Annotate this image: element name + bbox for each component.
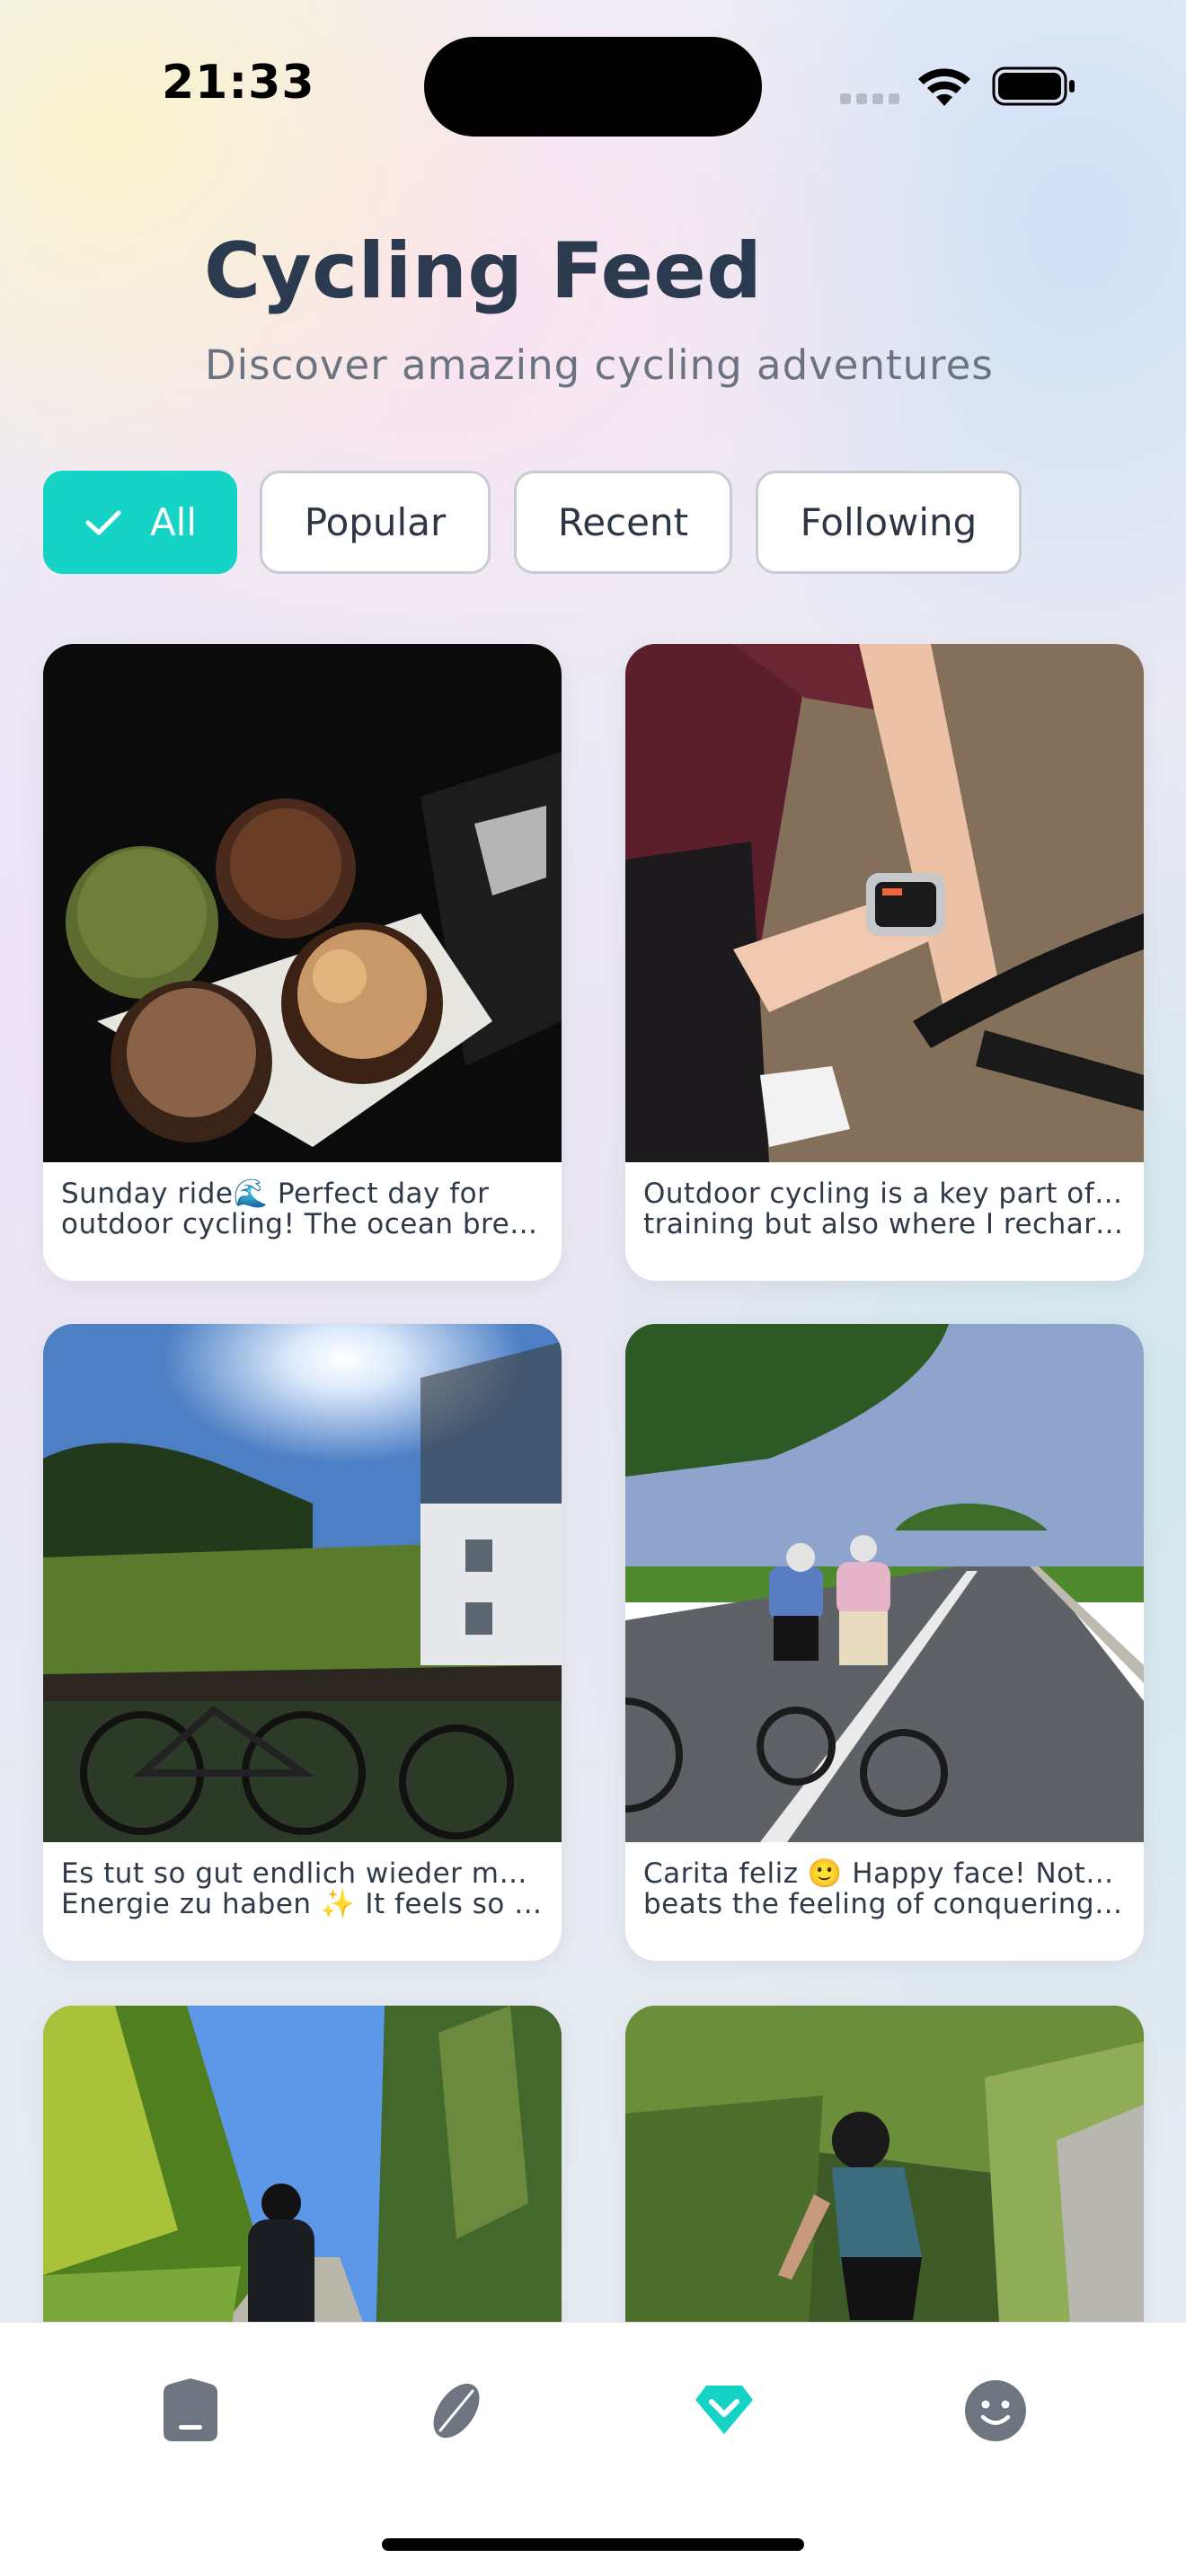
filter-chip-label: Popular	[304, 500, 447, 544]
page-subtitle: Discover amazing cycling adventures	[205, 341, 994, 389]
post-photo	[43, 1324, 562, 1842]
filter-chip-label: Recent	[557, 500, 689, 544]
page-title: Cycling Feed	[204, 226, 763, 316]
post-photo	[43, 2006, 562, 2347]
filter-chip-popular[interactable]: Popular	[260, 471, 491, 574]
caption-line: Es tut so gut endlich wieder mehr	[61, 1858, 544, 1889]
post-card[interactable]: Outdoor cycling is a key part of my trai…	[625, 644, 1144, 1281]
caption-line: training but also where I recharge…	[643, 1209, 1126, 1239]
caption-line: beats the feeling of conquering a …	[643, 1889, 1126, 1919]
home-indicator[interactable]	[382, 2538, 804, 2551]
post-card[interactable]: Es tut so gut endlich wieder mehr Energi…	[43, 1324, 562, 1961]
caption-line: outdoor cycling! The ocean breez…	[61, 1209, 544, 1239]
checkmark-icon	[85, 510, 121, 534]
home-icon[interactable]	[155, 2375, 226, 2447]
post-card[interactable]: Sunday ride🌊 Perfect day for outdoor cyc…	[43, 644, 562, 1281]
post-caption: Carita feliz 🙂 Happy face! Nothing beats…	[625, 1842, 1144, 1961]
filter-chip-label: Following	[800, 500, 978, 544]
filter-chip-label: All	[149, 500, 198, 544]
post-card[interactable]: Carita feliz 🙂 Happy face! Nothing beats…	[625, 1324, 1144, 1961]
wifi-icon	[918, 68, 970, 106]
filter-chip-following[interactable]: Following	[756, 471, 1022, 574]
profile-icon[interactable]	[960, 2375, 1031, 2447]
filter-chip-all[interactable]: All	[43, 471, 237, 574]
cellular-signal-icon	[840, 93, 901, 106]
caption-line: Carita feliz 🙂 Happy face! Nothing	[643, 1858, 1126, 1889]
post-card[interactable]	[625, 2006, 1144, 2347]
post-caption: Sunday ride🌊 Perfect day for outdoor cyc…	[43, 1162, 562, 1281]
post-caption: Es tut so gut endlich wieder mehr Energi…	[43, 1842, 562, 1961]
status-time: 21:33	[162, 56, 315, 110]
battery-icon	[992, 66, 1075, 106]
post-photo	[43, 644, 562, 1162]
post-photo	[625, 1324, 1144, 1842]
explore-icon[interactable]	[420, 2375, 492, 2447]
filter-chip-recent[interactable]: Recent	[514, 471, 732, 574]
dynamic-island	[424, 37, 762, 137]
caption-line: Energie zu haben ✨ It feels so g…	[61, 1889, 544, 1919]
post-card[interactable]	[43, 2006, 562, 2347]
post-photo	[625, 644, 1144, 1162]
caption-line: Outdoor cycling is a key part of my	[643, 1178, 1126, 1209]
post-caption: Outdoor cycling is a key part of my trai…	[625, 1162, 1144, 1281]
feed-icon[interactable]	[688, 2375, 760, 2447]
caption-line: Sunday ride🌊 Perfect day for	[61, 1178, 490, 1209]
post-photo	[625, 2006, 1144, 2347]
